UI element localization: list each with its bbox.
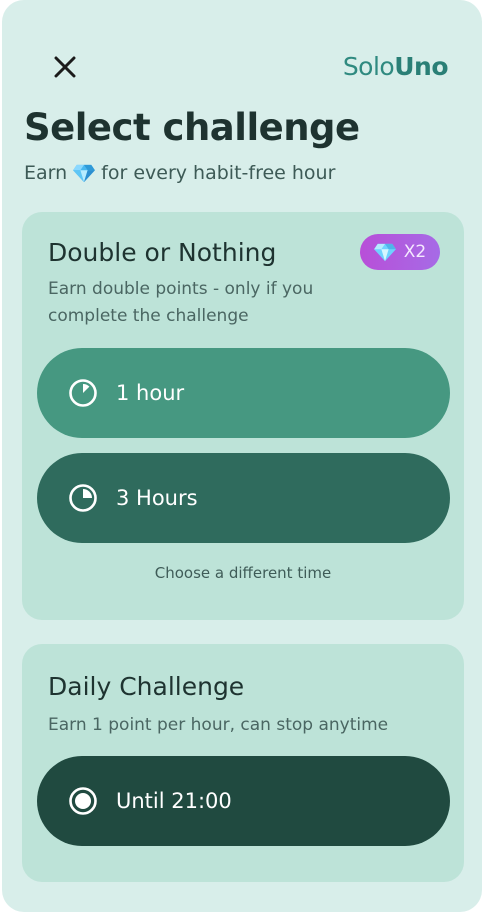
- logo-uno: Uno: [394, 52, 448, 81]
- timer-3-icon: [68, 483, 98, 513]
- option-3-hours[interactable]: 3 Hours: [37, 453, 450, 543]
- daily-card-description: Earn 1 point per hour, can stop anytime: [48, 715, 389, 735]
- option-label: Until 21:00: [116, 789, 232, 813]
- double-card-description: Earn double points - only if you complet…: [48, 279, 314, 326]
- app-screen: SoloUno Select challenge Earn for every …: [2, 0, 482, 912]
- subtitle-before: Earn: [24, 162, 68, 184]
- page-subtitle: Earn for every habit-free hour: [24, 162, 335, 184]
- app-logo: SoloUno: [342, 52, 449, 81]
- timer-1-icon: [68, 378, 98, 408]
- close-icon: [54, 56, 76, 78]
- close-button[interactable]: [46, 48, 84, 86]
- diamond-icon: [73, 164, 96, 183]
- option-until-time[interactable]: Until 21:00: [37, 756, 450, 846]
- logo-solo: Solo: [342, 52, 395, 81]
- multiplier-badge: X2: [360, 234, 440, 270]
- top-bar: SoloUno: [2, 0, 482, 120]
- subtitle-after: for every habit-free hour: [101, 162, 336, 184]
- radio-selected-icon: [68, 786, 98, 816]
- daily-challenge-card: Daily Challenge Earn 1 point per hour, c…: [22, 644, 464, 882]
- option-label: 1 hour: [116, 381, 185, 405]
- double-or-nothing-card: Double or Nothing X2 Earn double points …: [22, 212, 464, 620]
- double-card-title: Double or Nothing: [48, 238, 277, 267]
- diamond-icon: [373, 243, 396, 262]
- badge-label: X2: [403, 242, 427, 262]
- page-title: Select challenge: [24, 106, 360, 149]
- daily-card-title: Daily Challenge: [48, 672, 245, 701]
- option-1-hour[interactable]: 1 hour: [37, 348, 450, 438]
- choose-different-time-link[interactable]: Choose a different time: [22, 564, 464, 582]
- option-label: 3 Hours: [116, 486, 198, 510]
